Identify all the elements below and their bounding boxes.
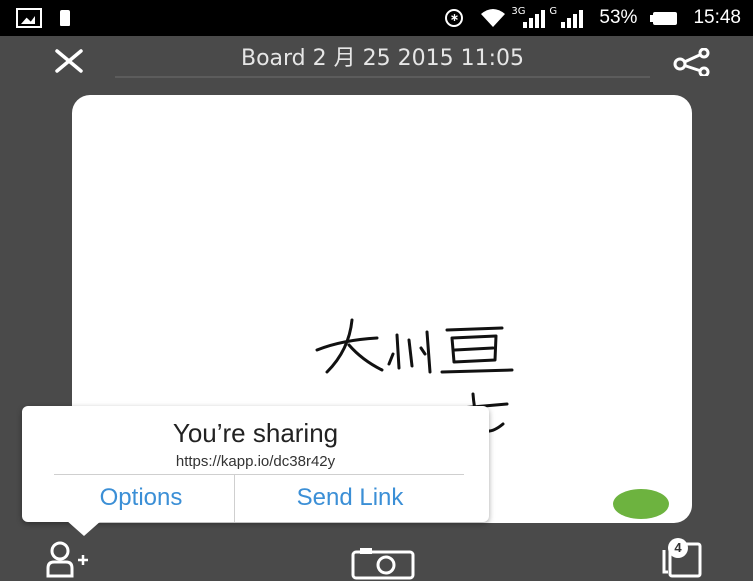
signal-3g-icon: 3G (511, 6, 546, 28)
battery-percent: 53% (599, 7, 638, 28)
status-left (16, 8, 70, 28)
popup-divider (54, 474, 464, 475)
bluetooth-icon: ∗ (445, 9, 464, 27)
share-popup: You’re sharing https://kapp.io/dc38r42y … (22, 406, 489, 536)
pages-button[interactable]: 4 (654, 536, 708, 578)
status-clock: 15:48 (693, 7, 741, 28)
gallery-icon (16, 8, 42, 28)
send-link-button[interactable]: Send Link (240, 478, 460, 518)
add-user-icon[interactable] (44, 540, 94, 578)
battery-icon (650, 11, 678, 25)
color-swatch-green[interactable] (613, 489, 669, 519)
options-button[interactable]: Options (58, 478, 224, 518)
camera-icon[interactable] (350, 546, 416, 580)
popup-title: You’re sharing (172, 418, 339, 448)
share-icon[interactable] (672, 48, 712, 76)
close-icon[interactable] (52, 44, 86, 78)
signal-g-icon: G (549, 6, 584, 28)
sd-card-icon (60, 10, 70, 26)
network-type-label-2: G (549, 6, 558, 17)
network-type-label: 3G (511, 6, 526, 17)
share-url[interactable]: https://kapp.io/dc38r42y (22, 453, 489, 470)
bottom-toolbar: 4 (0, 530, 753, 581)
app-header: Board 2 月 25 2015 11:05 (0, 36, 753, 86)
board-title[interactable]: Board 2 月 25 2015 11:05 (115, 42, 650, 78)
pages-count-badge: 4 (668, 538, 688, 558)
status-bar: ∗ 3G G 53% 15:48 (0, 0, 753, 36)
wifi-icon (481, 9, 506, 27)
popup-button-divider (234, 474, 235, 522)
status-right: ∗ 3G G 53% 15:48 (445, 6, 741, 29)
